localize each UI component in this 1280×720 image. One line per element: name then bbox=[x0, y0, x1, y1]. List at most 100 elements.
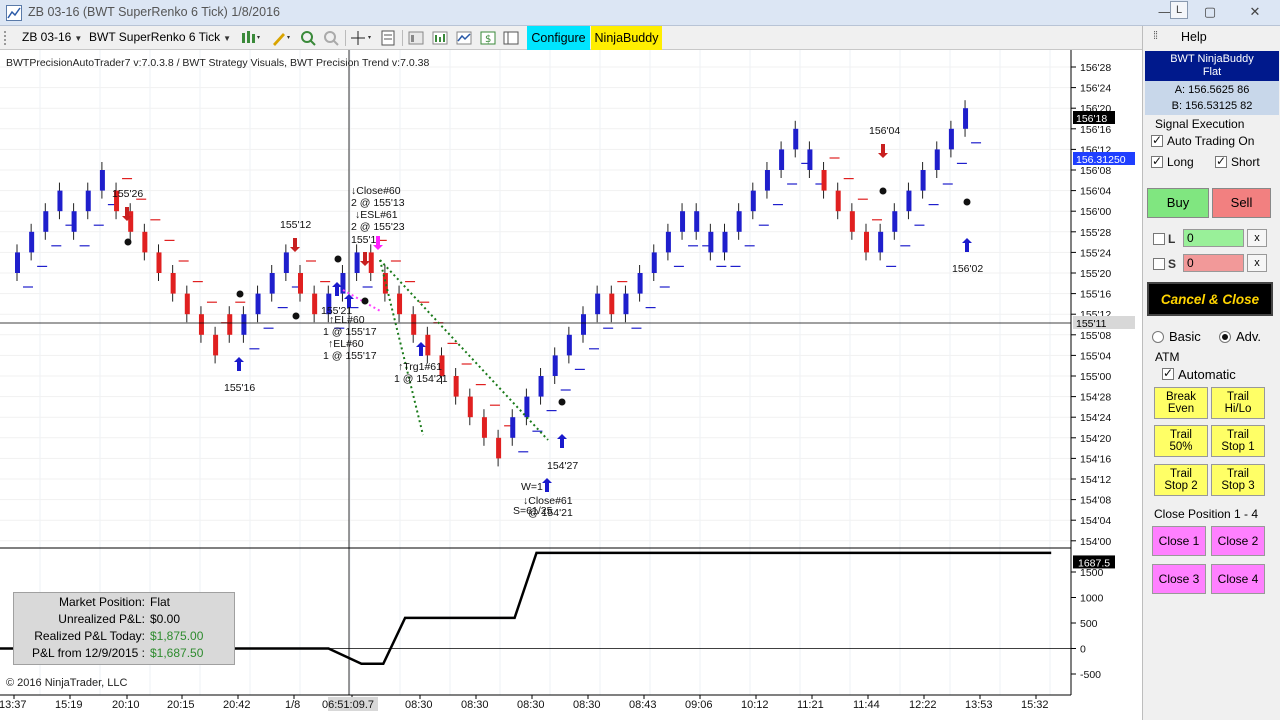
signal-annotation: ↑Trg1#61 bbox=[398, 361, 442, 373]
configure-button[interactable]: Configure bbox=[527, 26, 590, 50]
price-chart[interactable]: 156'28 156'24 156'20 156'16 156'12 156'08 156'… bbox=[0, 50, 1142, 720]
indicators-icon[interactable] bbox=[431, 29, 449, 47]
ninjabuddy-button[interactable]: NinjaBuddy bbox=[591, 26, 662, 50]
grip-icon[interactable]: ⁞⁞ bbox=[1153, 30, 1158, 42]
swing-dot bbox=[334, 255, 342, 263]
bull-bar bbox=[595, 293, 601, 315]
close-window-button[interactable]: ✕ bbox=[1240, 0, 1270, 24]
close-1-button[interactable]: Close 1 bbox=[1152, 526, 1206, 556]
trail-stop3-button[interactable]: Trail Stop 3 bbox=[1211, 464, 1265, 496]
signal-annotation: ↑EL#60 bbox=[329, 314, 365, 326]
bull-bar bbox=[793, 128, 799, 150]
short-quantity-input[interactable]: 0 bbox=[1183, 254, 1244, 272]
pnl-label: Realized P&L Today: bbox=[34, 629, 145, 643]
trail-hilo-button[interactable]: Trail Hi/Lo bbox=[1211, 387, 1265, 419]
price-tick-label: 156'00 bbox=[1080, 206, 1111, 218]
window-title: ZB 03-16 (BWT SuperRenko 6 Tick) 1/8/201… bbox=[28, 5, 280, 19]
bear-bar bbox=[609, 293, 615, 315]
dollar-icon[interactable]: $ bbox=[479, 29, 497, 47]
close-position-label: Close Position 1 - 4 bbox=[1154, 507, 1259, 521]
help-menu[interactable]: Help bbox=[1181, 30, 1207, 44]
signal-annotation: ↓Close#60 bbox=[351, 185, 401, 197]
signal-annotation: 1 @ 155'17 bbox=[323, 326, 377, 338]
limit-short-checkbox[interactable] bbox=[1153, 258, 1165, 270]
bull-bar bbox=[722, 231, 728, 253]
data-box-icon[interactable] bbox=[407, 29, 425, 47]
pnl-tick-label: -500 bbox=[1080, 669, 1101, 681]
bull-bar bbox=[764, 170, 770, 191]
break-even-button[interactable]: Break Even bbox=[1154, 387, 1208, 419]
time-label: 20:42 bbox=[223, 699, 251, 711]
close-3-button[interactable]: Close 3 bbox=[1152, 564, 1206, 594]
zoom-in-icon[interactable] bbox=[299, 29, 317, 47]
short-checkbox[interactable] bbox=[1215, 154, 1227, 168]
bull-bar bbox=[878, 231, 884, 253]
swing-dot bbox=[963, 198, 971, 206]
button-line: Hi/Lo bbox=[1224, 403, 1252, 415]
price-tick-label: 156'08 bbox=[1080, 165, 1111, 177]
bull-bar bbox=[269, 273, 275, 294]
trail-50-button[interactable]: Trail 50% bbox=[1154, 425, 1208, 457]
close-4-button[interactable]: Close 4 bbox=[1211, 564, 1265, 594]
chart-app-icon bbox=[6, 5, 22, 21]
bear-bar bbox=[142, 231, 148, 253]
toolbar-separator bbox=[402, 30, 403, 46]
time-label: 20:10 bbox=[112, 699, 140, 711]
button-line: Stop 2 bbox=[1164, 480, 1198, 492]
template-icon[interactable] bbox=[502, 29, 520, 47]
bear-bar bbox=[213, 334, 219, 356]
basic-radio[interactable] bbox=[1152, 331, 1164, 343]
bull-bar bbox=[934, 149, 940, 170]
swing-dot bbox=[361, 297, 369, 305]
price-tick-label: 155'04 bbox=[1080, 350, 1111, 362]
advanced-radio[interactable] bbox=[1219, 331, 1231, 343]
bar-style-icon[interactable] bbox=[240, 29, 260, 47]
bull-bar bbox=[99, 170, 105, 191]
basic-label: Basic bbox=[1169, 329, 1201, 344]
pnl-tick-label: 500 bbox=[1080, 618, 1098, 630]
pnl-label: P&L from 12/9/2015 : bbox=[32, 646, 145, 660]
pnl-row-realized: Realized P&L Today: $1,875.00 bbox=[14, 629, 236, 646]
time-label: 12:22 bbox=[909, 699, 937, 711]
trail-stop2-button[interactable]: Trail Stop 2 bbox=[1154, 464, 1208, 496]
bear-bar bbox=[849, 211, 855, 232]
bull-bar bbox=[736, 211, 742, 232]
sell-button[interactable]: Sell bbox=[1212, 188, 1271, 218]
bull-bar bbox=[255, 293, 261, 315]
toolbar-separator bbox=[345, 30, 346, 46]
trail-stop1-button[interactable]: Trail Stop 1 bbox=[1211, 425, 1265, 457]
draw-tool-icon[interactable] bbox=[270, 29, 290, 47]
toolbar-grip bbox=[4, 31, 8, 45]
pnl-badge-label: 1687.5 bbox=[1078, 557, 1110, 569]
instrument-selector[interactable]: ZB 03-16 ▼ bbox=[22, 30, 82, 44]
crosshair-icon[interactable] bbox=[350, 29, 371, 47]
swing-dot bbox=[558, 398, 566, 406]
bear-bar bbox=[411, 314, 417, 335]
maximize-button[interactable]: ▢ bbox=[1195, 0, 1225, 24]
time-label: 09:06 bbox=[685, 699, 713, 711]
cancel-and-close-button[interactable]: Cancel & Close bbox=[1147, 282, 1273, 316]
pnl-row-market-position: Market Position: Flat bbox=[14, 595, 236, 612]
limit-long-checkbox[interactable] bbox=[1153, 233, 1165, 245]
auto-trading-checkbox[interactable] bbox=[1151, 133, 1163, 147]
bar-type-selector[interactable]: BWT SuperRenko 6 Tick ▼ bbox=[89, 30, 231, 44]
bear-bar bbox=[467, 396, 473, 418]
signal-annotation: ↑EL#60 bbox=[328, 338, 364, 350]
time-label: 11:21 bbox=[797, 699, 824, 711]
long-quantity-input[interactable]: 0 bbox=[1183, 229, 1244, 247]
automatic-checkbox[interactable] bbox=[1162, 366, 1174, 380]
long-checkbox[interactable] bbox=[1151, 154, 1163, 168]
bear-bar bbox=[156, 252, 162, 273]
buy-button[interactable]: Buy bbox=[1147, 188, 1209, 218]
properties-icon[interactable] bbox=[379, 29, 397, 47]
clear-long-button[interactable]: x bbox=[1247, 229, 1267, 247]
bull-bar bbox=[566, 334, 572, 356]
strategies-icon[interactable] bbox=[455, 29, 473, 47]
link-button[interactable]: L bbox=[1170, 1, 1188, 19]
bear-bar bbox=[425, 334, 431, 356]
zoom-out-icon[interactable] bbox=[322, 29, 340, 47]
button-line: Trail bbox=[1227, 429, 1249, 441]
button-line: Break bbox=[1165, 391, 1197, 403]
close-2-button[interactable]: Close 2 bbox=[1211, 526, 1265, 556]
clear-short-button[interactable]: x bbox=[1247, 254, 1267, 272]
